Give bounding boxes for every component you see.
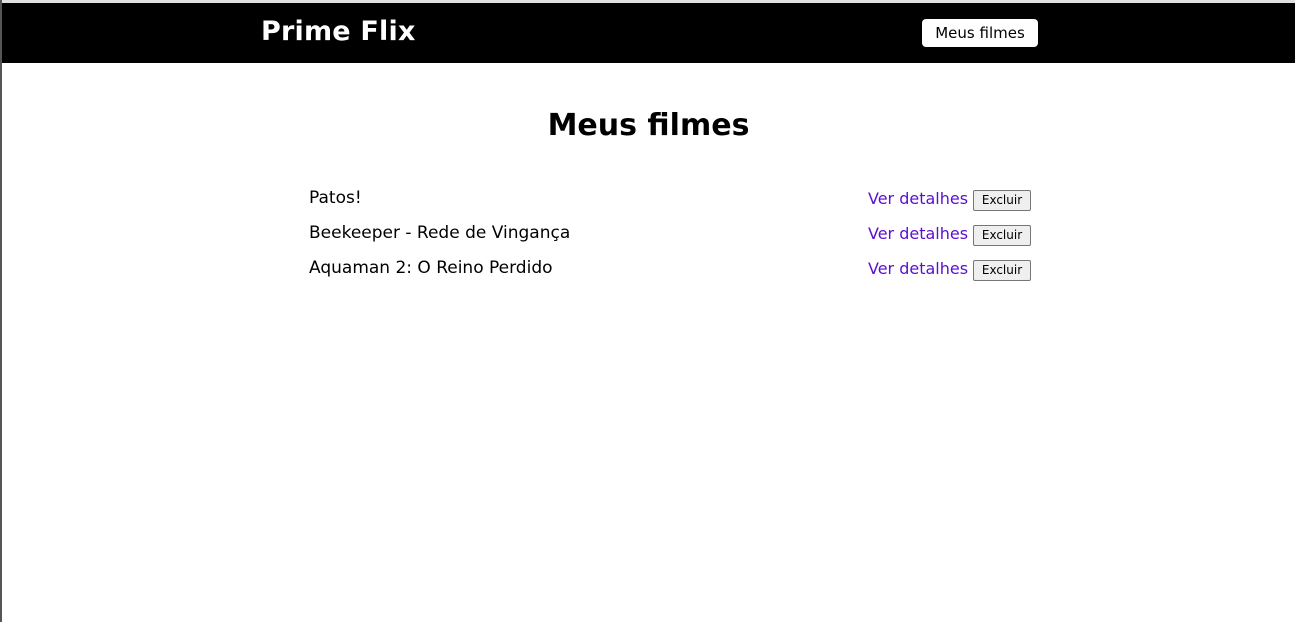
movie-item: Patos! Ver detalhes Excluir	[309, 186, 1031, 221]
my-movies-button[interactable]: Meus filmes	[922, 19, 1038, 47]
view-details-link[interactable]: Ver detalhes	[868, 189, 968, 208]
movie-item: Beekeeper - Rede de Vingança Ver detalhe…	[309, 221, 1031, 256]
delete-button[interactable]: Excluir	[973, 190, 1031, 211]
movie-item: Aquaman 2: O Reino Perdido Ver detalhes …	[309, 256, 1031, 291]
movie-title: Beekeeper - Rede de Vingança	[309, 223, 571, 243]
view-details-link[interactable]: Ver detalhes	[868, 224, 968, 243]
view-details-link[interactable]: Ver detalhes	[868, 259, 968, 278]
delete-button[interactable]: Excluir	[973, 225, 1031, 246]
page: Prime Flix Meus filmes Meus filmes Patos…	[0, 0, 1295, 622]
logo-link[interactable]: Prime Flix	[261, 16, 416, 47]
page-title: Meus filmes	[547, 108, 750, 143]
delete-button[interactable]: Excluir	[973, 260, 1031, 281]
header: Prime Flix Meus filmes	[2, 3, 1295, 63]
movie-list: Patos! Ver detalhes Excluir Beekeeper - …	[309, 186, 1031, 291]
movie-title: Patos!	[309, 188, 362, 208]
movie-title: Aquaman 2: O Reino Perdido	[309, 258, 553, 278]
